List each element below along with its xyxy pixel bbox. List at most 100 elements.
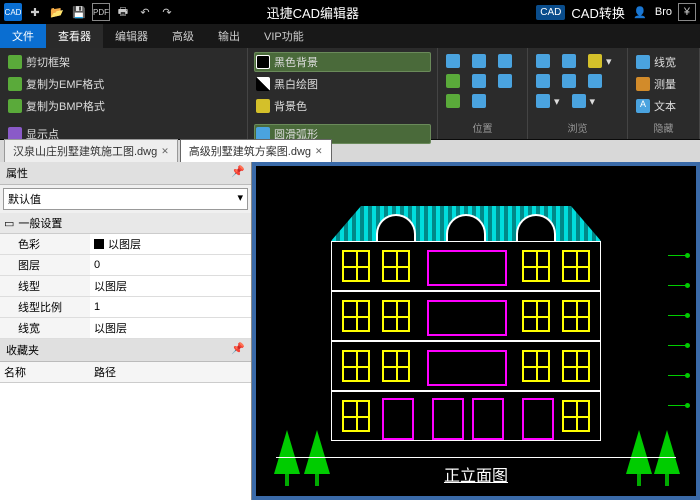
redo-icon[interactable]: ↷: [158, 3, 176, 21]
menu-vip[interactable]: VIP功能: [252, 24, 316, 48]
text-icon: A: [636, 99, 650, 113]
open-icon[interactable]: 📂: [48, 3, 66, 21]
bg-color-button[interactable]: 背景色: [254, 96, 431, 116]
doc-tab-2[interactable]: 高级别墅建筑方案图.dwg✕: [180, 139, 332, 162]
prev-icon: [536, 74, 550, 88]
next-icon: [562, 74, 576, 88]
view-3d-button[interactable]: ▾: [534, 92, 562, 110]
bgcolor-icon: [256, 99, 270, 113]
undo-icon[interactable]: ↶: [136, 3, 154, 21]
pin-icon[interactable]: 📌: [231, 165, 245, 181]
hand-icon: [588, 54, 602, 68]
emf-icon: [8, 77, 22, 91]
collapse-icon: ▭: [4, 217, 14, 230]
hide-text-button[interactable]: A文本: [634, 96, 693, 116]
group-browse-label: 浏览: [534, 118, 621, 135]
zoom-out-button[interactable]: [560, 52, 578, 70]
copy-emf-button[interactable]: 复制为EMF格式: [6, 74, 241, 94]
menu-output[interactable]: 输出: [206, 24, 252, 48]
currency-icon[interactable]: ¥: [678, 3, 696, 21]
app-icon: CAD: [4, 3, 22, 21]
pos-btn-1[interactable]: [444, 52, 462, 70]
drawing-canvas[interactable]: 正立面图: [252, 162, 700, 500]
pos-btn-2[interactable]: [470, 52, 488, 70]
user-icon[interactable]: 👤: [631, 3, 649, 21]
pos-btn-3[interactable]: [496, 52, 514, 70]
fav-columns: 名称路径: [0, 362, 251, 383]
refresh-icon: [588, 74, 602, 88]
floor-4: [331, 241, 601, 291]
prop-linewidth[interactable]: 线宽以图层: [0, 318, 251, 339]
line-icon: [636, 55, 650, 69]
doc-tab-1[interactable]: 汉泉山庄别墅建筑施工图.dwg✕: [4, 139, 178, 162]
group-hide-label: 隐藏: [634, 118, 693, 135]
prop-color[interactable]: 色彩以图层: [0, 234, 251, 255]
pos-btn-6[interactable]: [496, 72, 514, 90]
menu-editor[interactable]: 编辑器: [103, 24, 160, 48]
prop-linetype[interactable]: 线型以图层: [0, 276, 251, 297]
app-title: 迅捷CAD编辑器: [267, 3, 359, 22]
floor-2: [331, 341, 601, 391]
nav-prev-button[interactable]: [534, 72, 552, 90]
save-icon[interactable]: 💾: [70, 3, 88, 21]
cascade-icon: [498, 74, 512, 88]
user-label: Bro: [655, 6, 672, 18]
pdf-icon[interactable]: PDF: [92, 3, 110, 21]
properties-header: 属性📌: [0, 162, 251, 185]
ruler-icon: [636, 77, 650, 91]
pin-icon[interactable]: 📌: [231, 342, 245, 358]
arrange-icon: [472, 94, 486, 108]
extent-icon: [472, 54, 486, 68]
default-dropdown[interactable]: 默认值▾: [3, 188, 248, 210]
fav-list[interactable]: [0, 383, 251, 500]
align-icon: [446, 94, 460, 108]
bw-icon: [256, 77, 270, 91]
iso-icon: [572, 94, 586, 108]
menu-file[interactable]: 文件: [0, 24, 46, 48]
fit-icon: [446, 54, 460, 68]
level-grid: [668, 226, 688, 426]
nav-refresh-button[interactable]: [586, 72, 604, 90]
pos-btn-5[interactable]: [470, 72, 488, 90]
chevron-down-icon: ▾: [237, 191, 243, 207]
general-section[interactable]: ▭一般设置: [0, 213, 251, 234]
scissors-icon: [8, 55, 22, 69]
cut-frame-button[interactable]: 剪切框架: [6, 52, 241, 72]
hide-linetype-button[interactable]: 线宽: [634, 52, 693, 72]
cad-convert-button[interactable]: CAD转换: [571, 3, 624, 22]
pos-btn-8[interactable]: [470, 92, 488, 110]
view-iso-button[interactable]: ▾: [570, 92, 598, 110]
copy-bmp-button[interactable]: 复制为BMP格式: [6, 96, 241, 116]
prop-layer[interactable]: 图层0: [0, 255, 251, 276]
pan-button[interactable]: ▾: [586, 52, 614, 70]
zoom-in-icon: [536, 54, 550, 68]
grid-icon: [446, 74, 460, 88]
group-position-label: 位置: [444, 118, 521, 135]
menu-viewer[interactable]: 查看器: [46, 24, 103, 48]
pos-btn-4[interactable]: [444, 72, 462, 90]
zoom-in-button[interactable]: [534, 52, 552, 70]
black-bg-icon: [256, 55, 270, 69]
floor-3: [331, 291, 601, 341]
cad-badge[interactable]: CAD: [536, 5, 565, 20]
close-icon[interactable]: ✕: [315, 146, 323, 157]
nav-next-button[interactable]: [560, 72, 578, 90]
hide-measure-button[interactable]: 测量: [634, 74, 693, 94]
tile-icon: [472, 74, 486, 88]
prop-linescale[interactable]: 线型比例1: [0, 297, 251, 318]
bw-draw-button[interactable]: 黑白绘图: [254, 74, 431, 94]
close-icon[interactable]: ✕: [161, 146, 169, 157]
black-bg-button[interactable]: 黑色背景: [254, 52, 431, 72]
print-icon[interactable]: 🖶: [114, 3, 132, 21]
zoom-out-icon: [562, 54, 576, 68]
favorites-header: 收藏夹📌: [0, 339, 251, 362]
window-icon: [498, 54, 512, 68]
cube-icon: [536, 94, 550, 108]
bmp-icon: [8, 99, 22, 113]
drawing-caption: 正立面图: [256, 462, 696, 486]
menu-advanced[interactable]: 高级: [160, 24, 206, 48]
pos-btn-7[interactable]: [444, 92, 462, 110]
ground-line: [276, 457, 676, 458]
new-icon[interactable]: ✚: [26, 3, 44, 21]
color-swatch: [94, 239, 104, 249]
